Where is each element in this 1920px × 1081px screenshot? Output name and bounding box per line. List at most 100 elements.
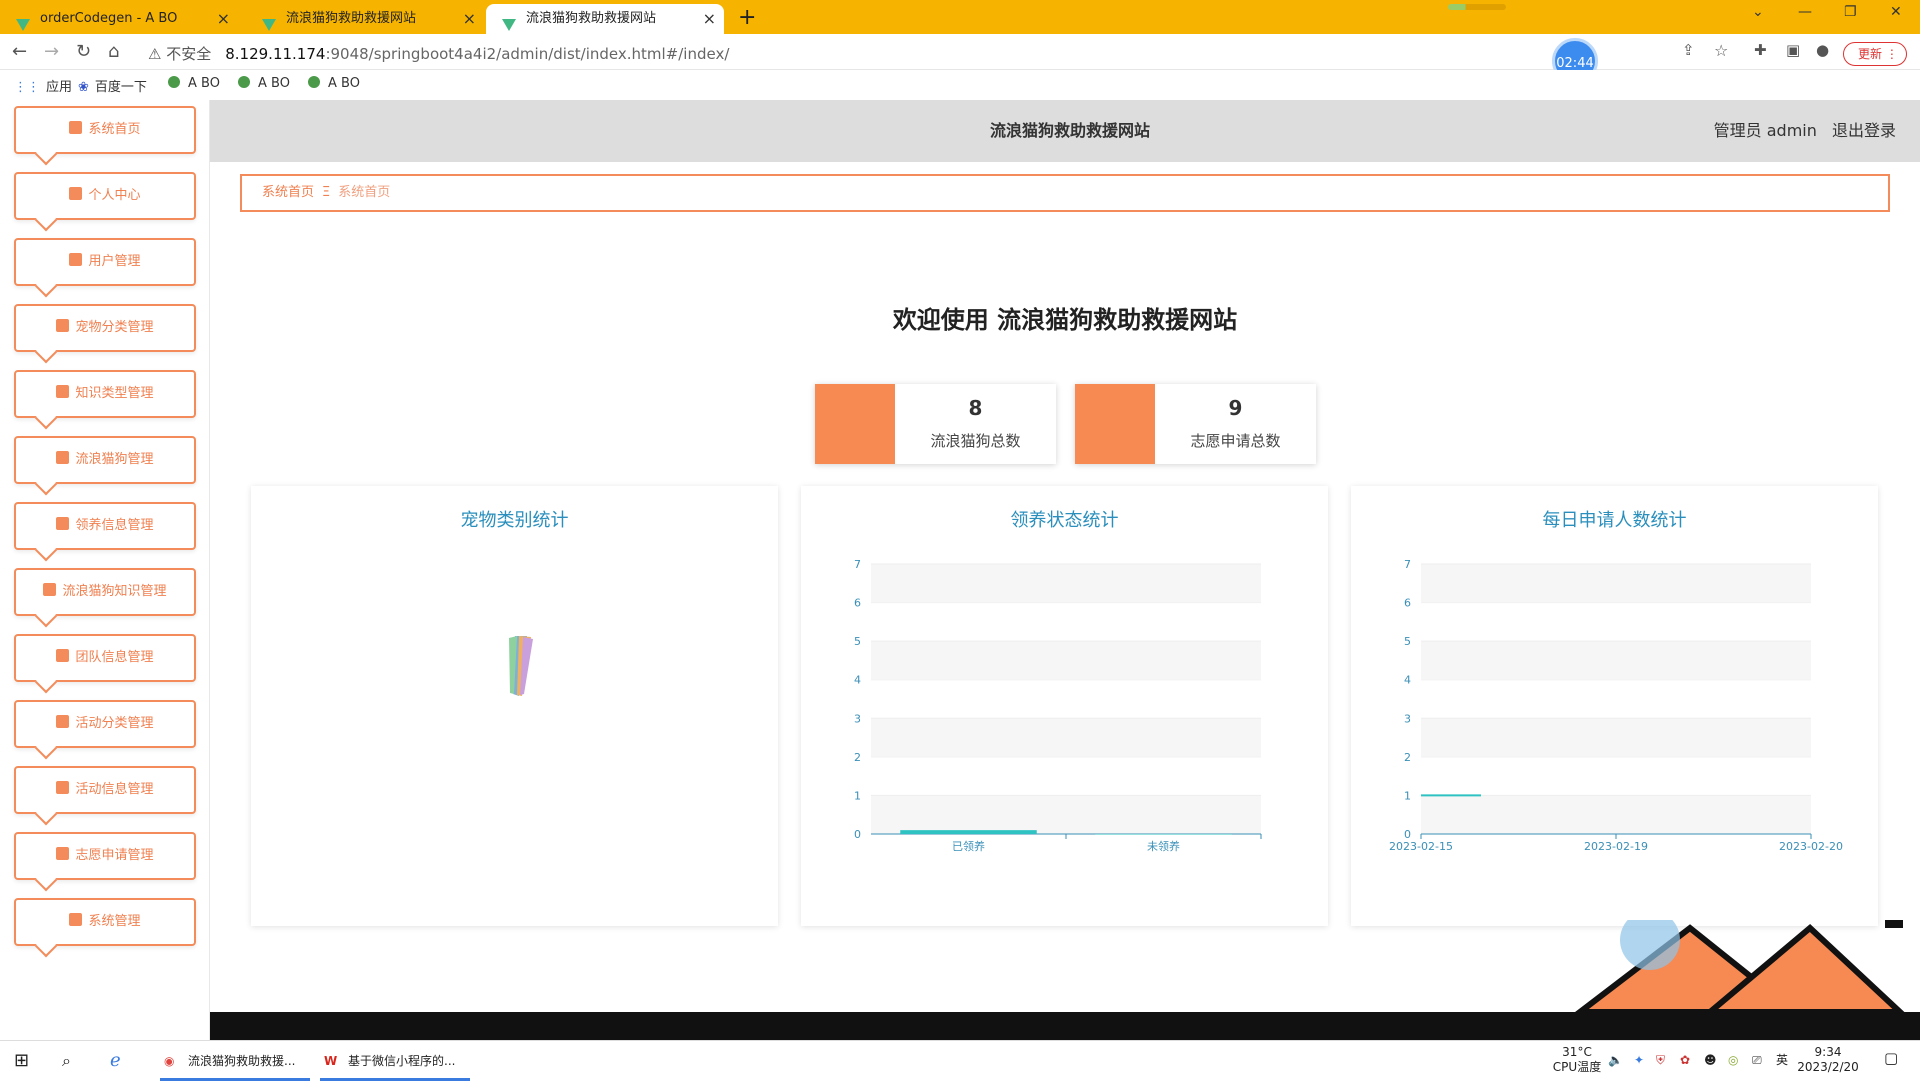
back-icon[interactable]: ← bbox=[12, 41, 27, 62]
user-icon bbox=[69, 187, 83, 200]
extensions-icon[interactable]: ✚ bbox=[1754, 41, 1767, 59]
restore-icon[interactable]: ❐ bbox=[1844, 4, 1857, 20]
wps-icon: W bbox=[324, 1054, 338, 1068]
home-icon bbox=[69, 121, 83, 134]
grid-band bbox=[871, 795, 1261, 834]
y-tick-label: 6 bbox=[854, 597, 861, 610]
sidebar-item-adoption[interactable]: 领养信息管理 bbox=[14, 502, 196, 550]
bookmark-apps[interactable]: ⋮⋮ 应用 bbox=[14, 76, 72, 95]
footer-bar bbox=[210, 1012, 1920, 1040]
sidebar-item-home[interactable]: 系统首页 bbox=[14, 106, 196, 154]
x-tick-label: 已领养 bbox=[952, 839, 985, 853]
grid-band bbox=[1421, 718, 1811, 757]
sidepanel-icon[interactable]: ▣ bbox=[1786, 41, 1800, 59]
tray-icon[interactable]: ✿ bbox=[1680, 1053, 1690, 1068]
bookmark-abo-3[interactable]: A BO bbox=[308, 76, 360, 91]
sidebar-item-team[interactable]: 团队信息管理 bbox=[14, 634, 196, 682]
breadcrumb-current: 系统首页 bbox=[338, 185, 391, 200]
volume-icon[interactable]: 🔈 bbox=[1608, 1053, 1623, 1068]
stat-card-volunteers: 9 志愿申请总数 bbox=[1075, 384, 1316, 464]
network-icon[interactable]: ⎚ bbox=[1752, 1053, 1762, 1068]
sidebar-item-knowledge[interactable]: 流浪猫狗知识管理 bbox=[14, 568, 196, 616]
logout-link[interactable]: 退出登录 bbox=[1832, 121, 1896, 140]
new-tab-button[interactable]: + bbox=[738, 4, 756, 32]
panel-adoption-status: 领养状态统计 0 1 2 3 4 5 6 7 已领养 未领养 bbox=[801, 486, 1328, 926]
ime-indicator[interactable]: 英 bbox=[1776, 1053, 1788, 1068]
decorative-illustration bbox=[1575, 920, 1905, 1012]
tab-label: 流浪猫狗救助救援网站 bbox=[526, 11, 657, 26]
bookmark-icon bbox=[168, 76, 180, 88]
panel-pet-category: 宠物类别统计 bbox=[251, 486, 778, 926]
sidebar-item-users[interactable]: 用户管理 bbox=[14, 238, 196, 286]
browser-tab-site-1[interactable]: 流浪猫狗救助救援网站 × bbox=[246, 4, 484, 34]
vue-icon bbox=[262, 13, 276, 31]
star-icon[interactable]: ☆ bbox=[1714, 41, 1728, 60]
sidebar: 系统首页 个人中心 用户管理 宠物分类管理 知识类型管理 流浪猫狗管理 领养信息… bbox=[0, 100, 210, 1040]
y-tick-label: 1 bbox=[1404, 789, 1411, 802]
stat-label: 流浪猫狗总数 bbox=[930, 432, 1021, 450]
x-tick-label: 未领养 bbox=[1147, 839, 1180, 853]
taskbar-app-chrome[interactable]: ◉ 流浪猫狗救助救援... bbox=[160, 1041, 310, 1081]
search-icon[interactable]: ⌕ bbox=[62, 1041, 71, 1081]
bookmark-abo-1[interactable]: A BO bbox=[168, 76, 220, 91]
close-icon[interactable]: × bbox=[463, 4, 476, 34]
grid-icon bbox=[56, 385, 70, 398]
taskbar-app-wps[interactable]: W 基于微信小程序的... bbox=[320, 1041, 470, 1081]
clock[interactable]: 9:34 2023/2/20 bbox=[1796, 1045, 1860, 1075]
sidebar-item-knowledge-type[interactable]: 知识类型管理 bbox=[14, 370, 196, 418]
stat-card-animals: 8 流浪猫狗总数 bbox=[815, 384, 1056, 464]
site-title: 流浪猫狗救助救援网站 bbox=[989, 121, 1150, 140]
sidebar-item-pet-category[interactable]: 宠物分类管理 bbox=[14, 304, 196, 352]
tray-icon[interactable]: ◎ bbox=[1728, 1053, 1738, 1068]
bookmarks-bar: ⋮⋮ 应用 ❀ 百度一下 A BO A BO A BO bbox=[0, 70, 1920, 100]
y-tick-label: 6 bbox=[1404, 597, 1411, 610]
url-field[interactable]: ⚠ 不安全 8.129.11.174:9048/springboot4a4i2/a… bbox=[148, 43, 729, 64]
ticket-icon bbox=[56, 517, 70, 530]
tray-icon[interactable]: ✦ bbox=[1634, 1053, 1644, 1068]
minimize-icon[interactable]: — bbox=[1798, 4, 1812, 20]
top-header: 流浪猫狗救助救援网站 管理员 admin 退出登录 bbox=[210, 100, 1920, 162]
tab-label: 流浪猫狗救助救援网站 bbox=[286, 11, 417, 26]
sidebar-item-volunteer[interactable]: 志愿申请管理 bbox=[14, 832, 196, 880]
y-tick-label: 4 bbox=[854, 674, 861, 687]
stat-color-block bbox=[815, 384, 895, 464]
profile-icon[interactable]: ● bbox=[1816, 41, 1829, 59]
browser-tab-site-2[interactable]: 流浪猫狗救助救援网站 × bbox=[486, 4, 724, 34]
tab-label: orderCodegen - A BO bbox=[40, 11, 178, 26]
apps-grid-icon: ⋮⋮ bbox=[14, 80, 40, 95]
notification-icon[interactable]: ▢ bbox=[1884, 1051, 1898, 1066]
breadcrumb: 系统首页 Ξ 系统首页 bbox=[240, 174, 1890, 212]
sidebar-item-activity-category[interactable]: 活动分类管理 bbox=[14, 700, 196, 748]
ie-icon[interactable]: ℯ bbox=[110, 1041, 121, 1081]
grid-icon bbox=[69, 253, 83, 266]
security-warning[interactable]: ⚠ 不安全 bbox=[148, 45, 211, 63]
sidebar-item-activity-info[interactable]: 活动信息管理 bbox=[14, 766, 196, 814]
share-icon[interactable]: ⇪ bbox=[1682, 41, 1695, 59]
y-tick-label: 7 bbox=[854, 558, 861, 571]
breadcrumb-separator: Ξ bbox=[322, 185, 331, 200]
windows-taskbar: ⊞ ⌕ ℯ ◉ 流浪猫狗救助救援... W 基于微信小程序的... 31°C CPU温… bbox=[0, 1040, 1920, 1081]
browser-tab-ordercodegen[interactable]: orderCodegen - A BO × bbox=[0, 4, 238, 34]
close-icon[interactable]: × bbox=[703, 4, 716, 34]
reload-icon[interactable]: ↻ bbox=[76, 41, 91, 62]
bookmark-abo-2[interactable]: A BO bbox=[238, 76, 290, 91]
sidebar-item-stray-animals[interactable]: 流浪猫狗管理 bbox=[14, 436, 196, 484]
breadcrumb-home[interactable]: 系统首页 bbox=[262, 185, 314, 200]
security-tray-icon[interactable]: ⛨ bbox=[1656, 1053, 1665, 1068]
home-icon[interactable]: ⌂ bbox=[108, 41, 119, 62]
sidebar-item-system[interactable]: 系统管理 bbox=[14, 898, 196, 946]
window-close-icon[interactable]: ✕ bbox=[1890, 4, 1902, 20]
forward-icon[interactable]: → bbox=[44, 41, 59, 62]
close-icon[interactable]: × bbox=[217, 4, 230, 34]
update-button[interactable]: 更新 ⋮ bbox=[1843, 42, 1907, 66]
x-tick-label: 2023-02-20 bbox=[1779, 840, 1843, 853]
pie-slices bbox=[509, 636, 533, 696]
sidebar-item-profile[interactable]: 个人中心 bbox=[14, 172, 196, 220]
windows-start-icon[interactable]: ⊞ bbox=[14, 1041, 29, 1081]
stat-value: 8 bbox=[968, 396, 983, 420]
bookmark-baidu[interactable]: ❀ 百度一下 bbox=[78, 76, 147, 95]
chevron-down-icon[interactable]: ⌄ bbox=[1752, 4, 1764, 20]
welcome-heading: 欢迎使用 流浪猫狗救助救援网站 bbox=[892, 306, 1238, 334]
qq-icon[interactable]: ☻ bbox=[1704, 1053, 1717, 1068]
panel-daily-applicants: 每日申请人数统计 0 1 2 3 4 5 6 7 2023-02-15 2023-02-19 202… bbox=[1351, 486, 1878, 926]
